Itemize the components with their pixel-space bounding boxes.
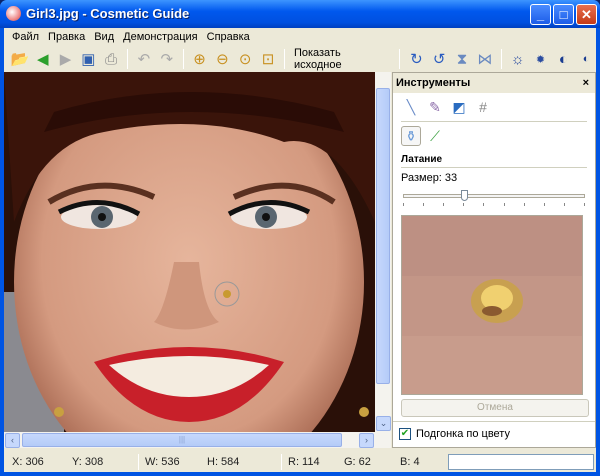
checkbox-check-icon[interactable]: ✔ xyxy=(399,427,411,440)
pencil-tool-icon[interactable]: ╲ xyxy=(401,97,421,117)
show-original-button[interactable]: Показать исходное xyxy=(291,47,394,71)
app-icon xyxy=(6,6,21,21)
close-button[interactable]: ✕ xyxy=(576,4,597,25)
menu-bar: Файл Правка Вид Демонстрация Справка xyxy=(4,28,596,46)
toothbrush-tool-icon[interactable]: ⟋ xyxy=(425,126,445,146)
window-title: Girl3.jpg - Cosmetic Guide xyxy=(26,6,190,21)
redo-icon[interactable]: ↷ xyxy=(157,49,177,69)
tools-panel: Инструменты × ╲ ✎ ◩ # ⚱ ⟋ Латание Размер… xyxy=(392,72,596,448)
back-arrow-icon[interactable]: ◀ xyxy=(33,49,53,69)
flip-horizontal-icon[interactable]: ⋈ xyxy=(475,49,495,69)
section-title: Латание xyxy=(401,154,443,165)
maximize-button[interactable]: □ xyxy=(553,4,574,25)
horizontal-scroll-thumb[interactable]: ||| xyxy=(22,433,342,447)
undo-icon[interactable]: ↶ xyxy=(134,49,154,69)
scroll-right-button[interactable]: › xyxy=(359,433,374,448)
horizontal-scrollbar[interactable]: ‹ ||| › xyxy=(4,432,391,448)
menu-help[interactable]: Справка xyxy=(207,31,250,43)
forward-arrow-icon[interactable]: ▶ xyxy=(56,49,76,69)
flip-vertical-icon[interactable]: ⧗ xyxy=(452,49,472,69)
brush-tool-icon[interactable]: ✎ xyxy=(425,97,445,117)
status-x: X: 306 xyxy=(12,456,44,468)
zoom-preview xyxy=(401,215,583,395)
open-icon[interactable]: 📂 xyxy=(10,49,30,69)
size-slider[interactable] xyxy=(403,190,585,206)
separator xyxy=(127,49,129,69)
zoom-fit-icon[interactable]: ⊙ xyxy=(235,49,255,69)
menu-view[interactable]: Вид xyxy=(94,31,114,43)
status-bar: X: 306 Y: 308 W: 536 H: 584 R: 114 G: 62… xyxy=(4,452,596,472)
zoom-actual-icon[interactable]: ⊡ xyxy=(258,49,278,69)
menu-file[interactable]: Файл xyxy=(12,31,39,43)
panel-title: Инструменты xyxy=(396,77,471,89)
status-b: B: 4 xyxy=(400,456,420,468)
status-y: Y: 308 xyxy=(72,456,104,468)
separator xyxy=(500,49,502,69)
toolbar: 📂 ◀ ▶ ▣ ⎙ ↶ ↷ ⊕ ⊖ ⊙ ⊡ Показать исходное … xyxy=(4,46,596,72)
scroll-down-button[interactable]: ⌄ xyxy=(376,416,391,431)
contrast-up-icon[interactable]: ◐ xyxy=(553,49,573,69)
separator xyxy=(399,49,401,69)
rotate-cw-icon[interactable]: ↻ xyxy=(406,49,426,69)
status-r: R: 114 xyxy=(288,456,320,468)
contrast-down-icon[interactable]: ◐ xyxy=(576,49,596,69)
brightness-up-icon[interactable]: ☼ xyxy=(508,49,528,69)
menu-demo[interactable]: Демонстрация xyxy=(123,31,198,43)
zoom-in-icon[interactable]: ⊕ xyxy=(190,49,210,69)
brightness-down-icon[interactable]: ✹ xyxy=(531,49,551,69)
menu-edit[interactable]: Правка xyxy=(48,31,85,43)
size-label: Размер: 33 xyxy=(401,172,458,184)
print-icon[interactable]: ⎙ xyxy=(101,49,121,69)
minimize-button[interactable]: _ xyxy=(530,4,551,25)
title-bar: Girl3.jpg - Cosmetic Guide _ □ ✕ xyxy=(0,0,600,28)
status-w: W: 536 xyxy=(145,456,180,468)
save-icon[interactable]: ▣ xyxy=(78,49,98,69)
status-h: H: 584 xyxy=(207,456,240,468)
separator xyxy=(182,49,184,69)
color-fit-checkbox[interactable]: ✔ Подгонка по цвету xyxy=(393,421,595,445)
cancel-button[interactable]: Отмена xyxy=(401,399,589,417)
app-window: Girl3.jpg - Cosmetic Guide _ □ ✕ Файл Пр… xyxy=(0,0,600,476)
zoom-out-icon[interactable]: ⊖ xyxy=(213,49,233,69)
grid-tool-icon[interactable]: # xyxy=(473,97,493,117)
patch-tool-icon[interactable]: ⚱ xyxy=(401,126,421,146)
scroll-left-button[interactable]: ‹ xyxy=(5,433,20,448)
rotate-ccw-icon[interactable]: ↺ xyxy=(429,49,449,69)
color-fit-label: Подгонка по цвету xyxy=(416,427,510,440)
panel-close-button[interactable]: × xyxy=(583,73,589,93)
crop-tool-icon[interactable]: ◩ xyxy=(449,97,469,117)
status-field xyxy=(448,454,594,470)
panel-header: Инструменты × xyxy=(393,73,595,93)
slider-knob[interactable] xyxy=(461,190,469,201)
photo xyxy=(4,72,375,432)
status-g: G: 62 xyxy=(344,456,371,468)
vertical-scroll-thumb[interactable] xyxy=(376,88,390,384)
separator xyxy=(283,49,285,69)
vertical-scrollbar[interactable]: ⌄ xyxy=(375,72,391,432)
image-canvas[interactable] xyxy=(4,72,375,432)
